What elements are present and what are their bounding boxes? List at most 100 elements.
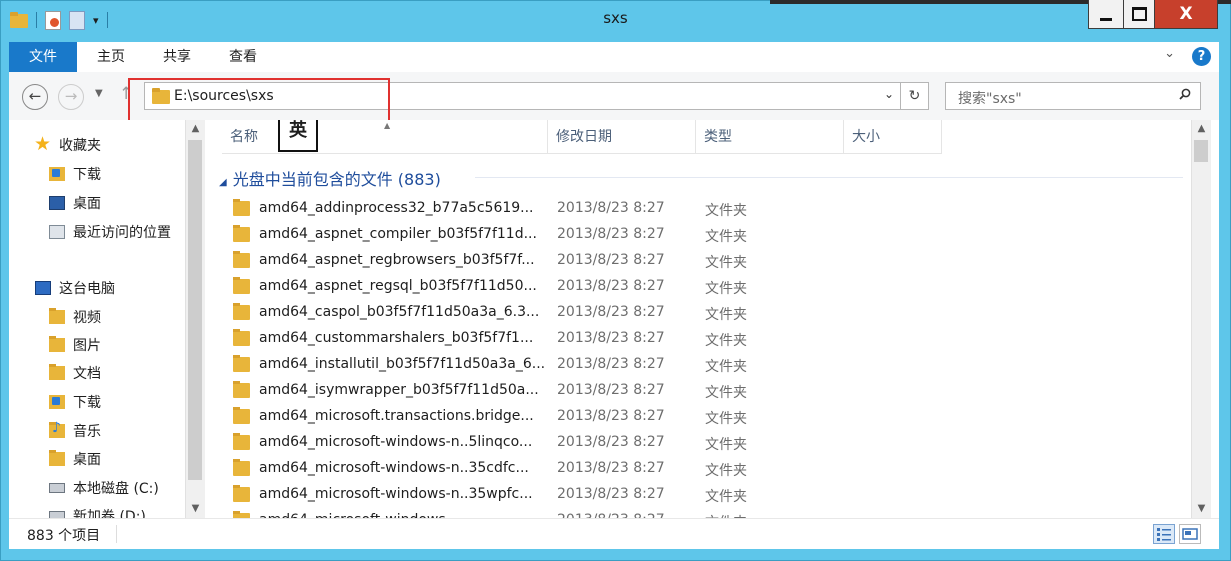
file-name: amd64_aspnet_compiler_b03f5f7f11d...	[259, 226, 537, 242]
computer-icon	[35, 281, 51, 295]
search-icon[interactable]	[1179, 88, 1191, 100]
file-row[interactable]: amd64_custommarshalers_b03f5f7f1... 2013/…	[205, 326, 1191, 352]
sidebar-item-downloads[interactable]: 下载	[49, 163, 101, 185]
group-divider	[475, 177, 1183, 178]
search-input[interactable]: 搜索"sxs"	[945, 82, 1201, 110]
folder-icon	[233, 277, 250, 294]
file-date: 2013/8/23 8:27	[557, 356, 665, 372]
sidebar-label: 新加卷 (D:)	[73, 509, 146, 518]
folder-icon	[233, 225, 250, 242]
file-name: amd64_microsoft-windows-n..35wpfc...	[259, 486, 533, 502]
tab-view[interactable]: 查看	[215, 42, 271, 72]
sidebar-item-downloads-pc[interactable]: 下载	[49, 391, 101, 413]
column-header-date[interactable]: 修改日期	[548, 120, 696, 154]
hard-drive-icon	[49, 483, 65, 493]
minimize-button[interactable]	[1088, 0, 1124, 29]
file-row[interactable]: amd64_caspol_b03f5f7f11d50a3a_6.3... 2013…	[205, 300, 1191, 326]
file-name: amd64_microsoft.transactions.bridge...	[259, 408, 534, 424]
file-date: 2013/8/23 8:27	[557, 408, 665, 424]
details-view-button[interactable]	[1153, 524, 1175, 544]
sidebar-label: 本地磁盘 (C:)	[73, 481, 159, 497]
file-row[interactable]: amd64_microsoft-windows-n..5linqco... 201…	[205, 430, 1191, 456]
sidebar-label: 下载	[73, 167, 101, 183]
sidebar-label: 最近访问的位置	[73, 225, 171, 241]
file-type: 文件夹	[705, 255, 747, 271]
file-date: 2013/8/23 8:27	[557, 460, 665, 476]
file-date: 2013/8/23 8:27	[557, 252, 665, 268]
ribbon: 文件 主页 共享 查看 ⌄ ?	[9, 42, 1219, 73]
documents-folder-icon	[49, 364, 65, 380]
tab-share[interactable]: 共享	[149, 42, 205, 72]
folder-icon	[233, 485, 250, 502]
scroll-up-arrow[interactable]: ▲	[1192, 120, 1211, 138]
close-button[interactable]: X	[1154, 0, 1218, 29]
ime-indicator: 英	[278, 120, 318, 152]
sidebar-item-pictures[interactable]: 图片	[49, 334, 101, 356]
file-row[interactable]: amd64_microsoft.transactions.bridge... 20…	[205, 404, 1191, 430]
sidebar-item-recent[interactable]: 最近访问的位置	[49, 221, 171, 243]
ribbon-expand-icon[interactable]: ⌄	[1164, 46, 1175, 61]
refresh-button[interactable]: ↻	[901, 82, 929, 110]
help-icon[interactable]: ?	[1192, 47, 1211, 66]
tab-file[interactable]: 文件	[9, 42, 77, 72]
file-row[interactable]: amd64_aspnet_compiler_b03f5f7f11d... 2013…	[205, 222, 1191, 248]
group-label: 光盘中当前包含的文件 (883)	[232, 170, 441, 189]
sidebar-label: 桌面	[73, 196, 101, 212]
scroll-thumb[interactable]	[188, 140, 202, 480]
search-placeholder: 搜索"sxs"	[958, 91, 1022, 107]
forward-button[interactable]: →	[58, 84, 84, 110]
column-header-size[interactable]: 大小	[844, 120, 942, 154]
file-row[interactable]: amd64_isymwrapper_b03f5f7f11d50a... 2013/…	[205, 378, 1191, 404]
collapse-triangle-icon[interactable]: ◢	[219, 177, 227, 188]
sidebar-item-videos[interactable]: 视频	[49, 306, 101, 328]
file-row[interactable]: amd64_microsoft-windows-n..35wpfc... 2013…	[205, 482, 1191, 508]
column-label: 类型	[704, 129, 732, 145]
file-row[interactable]: amd64_microsoft-windows-...2013/8/23 8:2…	[205, 508, 1191, 518]
title-bar[interactable]: ▾ sxs X	[0, 0, 1231, 38]
sidebar-item-this-pc[interactable]: 这台电脑	[35, 277, 115, 299]
file-name: amd64_aspnet_regbrowsers_b03f5f7f...	[259, 252, 535, 268]
recent-locations-dropdown[interactable]: ▼	[95, 88, 103, 99]
back-button[interactable]: ←	[22, 84, 48, 110]
address-dropdown-icon[interactable]: ⌄	[884, 87, 894, 101]
maximize-button[interactable]	[1123, 0, 1155, 29]
folder-icon	[233, 407, 250, 424]
sidebar-item-desktop[interactable]: 桌面	[49, 192, 101, 214]
scroll-thumb[interactable]	[1194, 140, 1208, 162]
desktop-icon	[49, 196, 65, 210]
file-type: 文件夹	[705, 411, 747, 427]
scroll-down-arrow[interactable]: ▼	[1192, 500, 1211, 518]
file-type: 文件夹	[705, 333, 747, 349]
group-header[interactable]: ◢ 光盘中当前包含的文件 (883)	[219, 166, 441, 190]
file-list-scrollbar[interactable]: ▲ ▼	[1191, 120, 1211, 518]
sidebar-item-drive-c[interactable]: 本地磁盘 (C:)	[49, 477, 159, 499]
sidebar-label: 桌面	[73, 452, 101, 468]
file-row[interactable]: amd64_microsoft-windows-n..35cdfc... 2013…	[205, 456, 1191, 482]
file-name: amd64_caspol_b03f5f7f11d50a3a_6.3...	[259, 304, 540, 320]
column-header-type[interactable]: 类型	[696, 120, 844, 154]
file-row[interactable]: amd64_installutil_b03f5f7f11d50a3a_6... 2…	[205, 352, 1191, 378]
folder-icon	[233, 459, 250, 476]
tab-home[interactable]: 主页	[83, 42, 139, 72]
sidebar-item-music[interactable]: 音乐	[49, 420, 101, 442]
sidebar-label: 视频	[73, 310, 101, 326]
file-name: amd64_addinprocess32_b77a5c5619...	[259, 200, 534, 216]
sidebar-item-drive-d[interactable]: 新加卷 (D:)	[49, 505, 146, 518]
file-row[interactable]: amd64_aspnet_regsql_b03f5f7f11d50... 2013…	[205, 274, 1191, 300]
file-row[interactable]: amd64_aspnet_regbrowsers_b03f5f7f... 2013…	[205, 248, 1191, 274]
file-type: 文件夹	[705, 229, 747, 245]
file-name: amd64_installutil_b03f5f7f11d50a3a_6...	[259, 356, 546, 372]
folder-icon	[233, 355, 250, 372]
large-icons-view-button[interactable]	[1179, 524, 1201, 544]
file-row[interactable]: amd64_addinprocess32_b77a5c5619... 2013/8…	[205, 196, 1191, 222]
scroll-down-arrow[interactable]: ▼	[186, 500, 205, 518]
navigation-scrollbar[interactable]: ▲ ▼	[185, 120, 205, 518]
sidebar-item-favorites[interactable]: 收藏夹	[34, 133, 101, 156]
file-type: 文件夹	[705, 489, 747, 505]
sidebar-item-documents[interactable]: 文档	[49, 362, 101, 384]
scroll-up-arrow[interactable]: ▲	[186, 120, 205, 138]
videos-folder-icon	[49, 308, 65, 324]
column-label: 修改日期	[556, 129, 612, 145]
file-type: 文件夹	[705, 281, 747, 297]
sidebar-item-desktop-pc[interactable]: 桌面	[49, 448, 101, 470]
